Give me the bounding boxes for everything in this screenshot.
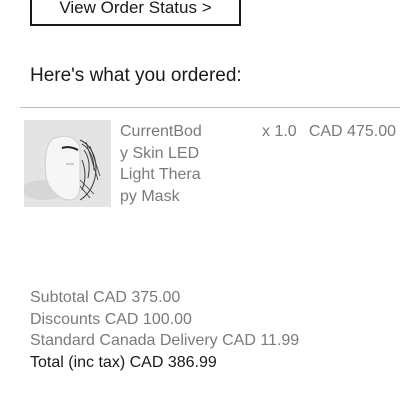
total-line: Total (inc tax) CAD 386.99: [30, 353, 217, 371]
order-items-heading: Here's what you ordered:: [30, 65, 242, 86]
subtotal-line: Subtotal CAD 375.00: [30, 289, 181, 306]
discounts-line: Discounts CAD 100.00: [30, 310, 192, 328]
product-image: [24, 120, 111, 207]
product-quantity: x 1.0: [262, 123, 297, 140]
led-mask-icon: [24, 120, 111, 207]
order-totals: Subtotal CAD 375.00 Discounts CAD 100.00…: [30, 287, 299, 373]
view-order-status-label: View Order Status >: [59, 0, 212, 17]
delivery-line: Standard Canada Delivery CAD 11.99: [30, 332, 300, 349]
product-price: CAD 475.00: [308, 123, 396, 140]
product-name: CurrentBody Skin LED Light Therapy Mask: [120, 123, 202, 205]
divider: [20, 107, 400, 108]
view-order-status-button[interactable]: View Order Status >: [30, 0, 241, 26]
